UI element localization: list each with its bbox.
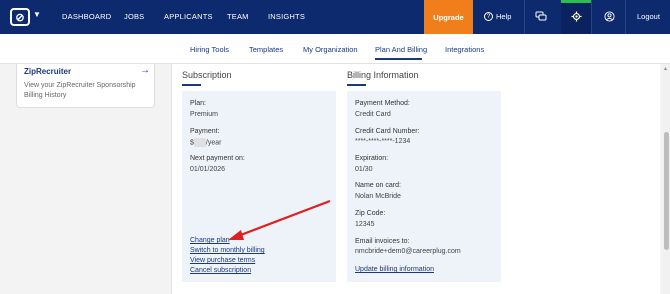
annotation-arrow	[228, 199, 331, 240]
scroll-up-icon[interactable]: ▲	[663, 66, 668, 72]
scrollbar-thumb[interactable]	[664, 132, 669, 250]
